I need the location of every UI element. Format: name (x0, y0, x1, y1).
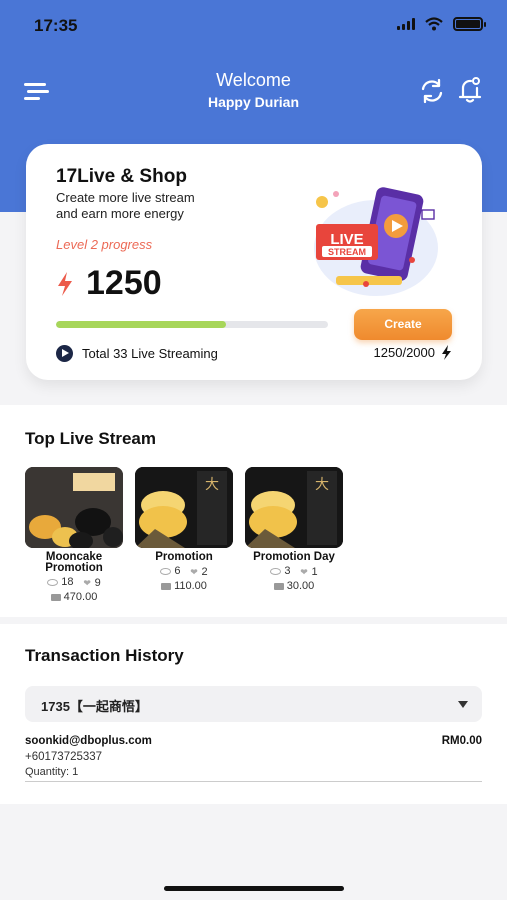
card-subtitle: Create more live stream and earn more en… (56, 190, 246, 222)
signal-icon (397, 18, 415, 30)
lightning-small-icon (442, 345, 451, 360)
top-live-stream-title: Top Live Stream (25, 429, 156, 448)
card-title: 17Live & Shop (56, 166, 187, 187)
energy-display: 1250 (56, 264, 162, 303)
create-button[interactable]: Create (354, 309, 452, 340)
card-subtitle-line-2: and earn more energy (56, 206, 184, 221)
stream-views: 18 (61, 576, 74, 588)
stream-thumbnail: ⼤ (245, 467, 343, 548)
svg-text:⼤: ⼤ (315, 477, 329, 493)
stream-amount: 110.00 (174, 580, 207, 592)
stream-amount-row: 30.00 (245, 580, 343, 593)
stream-views: 6 (174, 565, 181, 577)
stream-likes: 1 (311, 566, 318, 578)
stream-name: Mooncake Promotion (45, 551, 103, 574)
energy-card: 17Live & Shop Create more live stream an… (26, 144, 482, 380)
energy-value: 1250 (86, 264, 162, 302)
home-indicator[interactable] (164, 886, 344, 891)
divider (25, 781, 482, 782)
stream-stats: 6 ❤ 2 (135, 565, 233, 578)
stream-stats: 18 ❤ 9 (25, 576, 123, 589)
wallet-icon (273, 582, 284, 590)
stream-card-promotion-day[interactable]: ⼤ Promotion Day 3 ❤ 1 30.00 (245, 467, 343, 593)
stream-thumbnail: ⼤ (135, 467, 233, 548)
stream-stats: 3 ❤ 1 (245, 565, 343, 578)
like-icon: ❤ (300, 566, 308, 577)
status-icons (397, 17, 486, 31)
wallet-icon (50, 593, 61, 601)
wifi-icon (425, 17, 443, 31)
stream-card-promotion[interactable]: ⼤ Promotion 6 ❤ 2 110.00 (135, 467, 233, 593)
illustration-stream-text: STREAM (328, 247, 366, 257)
eye-icon (160, 567, 172, 575)
play-icon (56, 345, 73, 362)
level-progress-label: Level 2 progress (56, 237, 153, 252)
illustration-live-text: LIVE (330, 231, 363, 248)
transaction-filter-value: 1735【一起商悟】 (41, 699, 148, 714)
transaction-amount: RM0.00 (441, 735, 482, 747)
status-time: 17:35 (34, 16, 78, 35)
transaction-phone: +60173725337 (25, 751, 103, 763)
stream-amount-row: 110.00 (135, 580, 233, 593)
top-nav: Welcome Happy Durian (0, 66, 507, 116)
battery-icon (453, 17, 486, 31)
stream-amount: 30.00 (286, 580, 315, 592)
chevron-down-icon (458, 701, 468, 708)
stream-likes: 9 (94, 577, 101, 589)
total-streaming-text: Total 33 Live Streaming (82, 346, 218, 361)
stream-likes: 2 (201, 566, 208, 578)
transaction-quantity: Quantity: 1 (25, 766, 79, 778)
stream-card-mooncake[interactable]: Mooncake Promotion 18 ❤ 9 470.00 (25, 467, 123, 604)
like-icon: ❤ (190, 566, 198, 577)
energy-fraction-text: 1250/2000 (373, 345, 435, 360)
transaction-filter-select[interactable]: 1735【一起商悟】 (25, 686, 482, 722)
eye-icon (270, 567, 282, 575)
card-subtitle-line-1: Create more live stream (56, 190, 195, 205)
refresh-icon[interactable] (419, 78, 445, 104)
wallet-icon (161, 582, 172, 590)
lightning-icon (58, 271, 72, 296)
svg-text:⼤: ⼤ (205, 477, 219, 493)
stream-name: Promotion Day (253, 551, 335, 563)
status-bar: 17:35 (0, 0, 507, 50)
transaction-email: soonkid@dboplus.com (25, 735, 152, 747)
total-streaming-row: Total 33 Live Streaming (56, 345, 218, 362)
live-stream-illustration: LIVE STREAM (314, 187, 438, 296)
stream-views: 3 (284, 565, 291, 577)
level-progress-fill (56, 321, 226, 328)
energy-fraction: 1250/2000 (374, 345, 452, 360)
notification-bell-icon[interactable] (457, 76, 483, 104)
level-progress-bar (56, 321, 328, 328)
top-live-stream-section: Top Live Stream Mooncake Promotion 18 ❤ 9… (0, 405, 507, 617)
like-icon: ❤ (83, 577, 91, 588)
transaction-history-section: Transaction History 1735【一起商悟】 soonkid@d… (0, 624, 507, 804)
transaction-history-title: Transaction History (25, 646, 184, 665)
eye-icon (47, 578, 59, 586)
stream-amount: 470.00 (63, 591, 98, 603)
stream-thumbnail (25, 467, 123, 548)
stream-amount-row: 470.00 (25, 591, 123, 604)
stream-name: Promotion (155, 551, 213, 563)
